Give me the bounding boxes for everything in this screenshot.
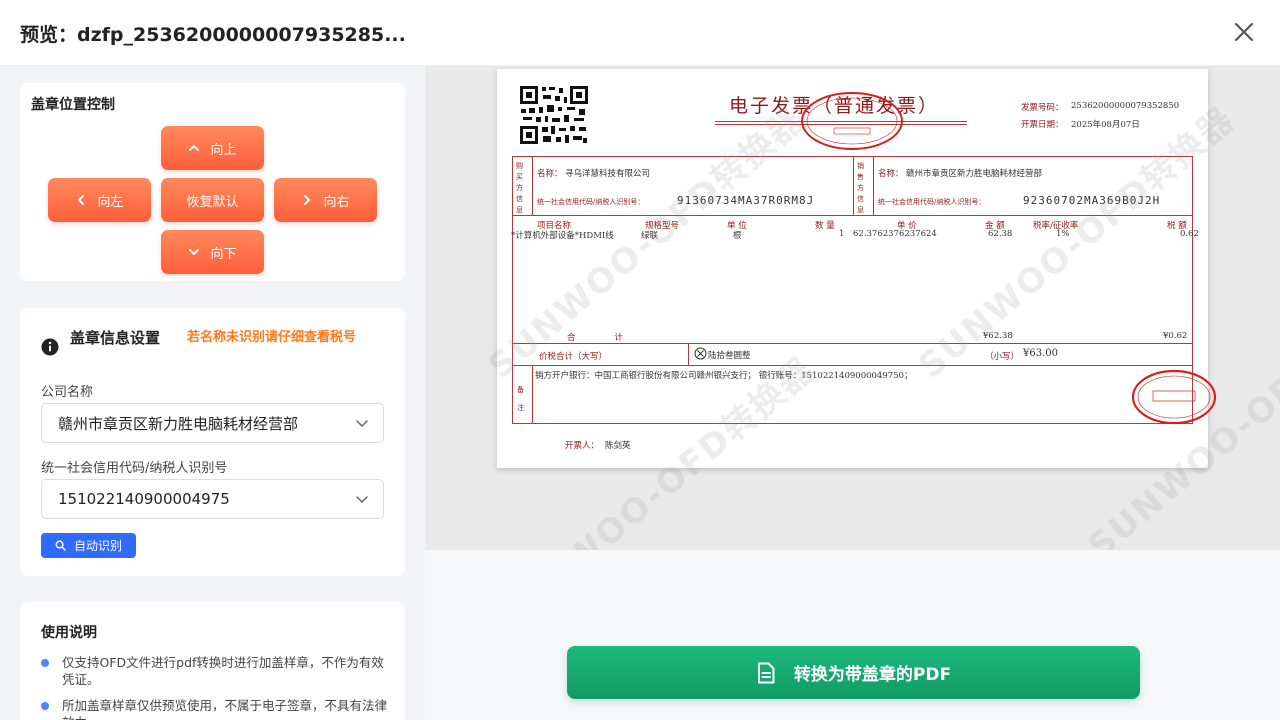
remark-text: 销方开户银行：中国工商银行股份有限公司赣州银兴支行； 银行账号：15102214… — [535, 371, 913, 381]
dialog-header: 预览：dzfp_2536200000007935285... — [0, 0, 1280, 66]
move-up-button[interactable]: 向上 — [161, 126, 264, 170]
tax-id-select[interactable]: 151022140900004975 — [41, 479, 384, 519]
seller-tax-id: 92360702MA369B0J2H — [1023, 194, 1161, 207]
info-icon — [41, 338, 59, 356]
table-divider — [512, 215, 1193, 216]
move-right-label: 向右 — [323, 194, 350, 210]
invoice-date: 2025年08月07日 — [1071, 120, 1140, 130]
seller-name-label: 名称： — [878, 169, 904, 179]
row-rate: 1% — [1056, 229, 1070, 239]
usage-card: 使用说明 仅支持OFD文件进行pdf转换时进行加盖样章，不作为有效凭证。 所加盖… — [20, 602, 405, 720]
buyer-tax-id: 91360734MA37R0RM8J — [677, 194, 815, 207]
table-divider — [512, 365, 1193, 366]
seller-side-label: 销售方信息 — [857, 162, 864, 214]
grand-total-lower-label: （小写） — [985, 352, 1020, 362]
table-divider — [853, 156, 854, 215]
convert-button-label: 转换为带盖章的PDF — [793, 665, 952, 685]
dialog-title: 预览：dzfp_2536200000007935285... — [20, 24, 406, 46]
move-down-button[interactable]: 向下 — [161, 230, 264, 274]
buyer-name: 寻乌洋慧科技有限公司 — [565, 169, 651, 179]
row-unit: 根 — [733, 231, 742, 241]
usage-item: 仅支持OFD文件进行pdf转换时进行加盖样章，不作为有效凭证。 — [41, 654, 387, 688]
row-qty: 1 — [839, 229, 845, 239]
grand-total-upper: 陆拾叁圆整 — [708, 351, 751, 361]
invoice-number-label: 发票号码： — [1021, 103, 1064, 113]
row-price: 62.3762376237624 — [853, 229, 937, 239]
total-amount: ¥62.38 — [983, 331, 1013, 341]
buyer-side-label: 购买方信息 — [516, 162, 523, 214]
usage-item-text: 所加盖章样章仅供预览使用，不属于电子签章，不具有法律效力。 — [62, 698, 388, 720]
reset-default-label: 恢复默认 — [186, 194, 239, 210]
bullet-dot — [41, 702, 49, 710]
row-item: *计算机外部设备*HDMI线 — [511, 231, 614, 241]
remark-label: 备注 — [517, 386, 524, 412]
company-name-select[interactable]: 赣州市章贡区新力胜电脑耗材经营部 — [41, 403, 384, 443]
move-left-button[interactable]: 向左 — [48, 178, 151, 222]
chevron-down-icon — [356, 496, 368, 503]
issuer-name: 陈剑英 — [605, 441, 631, 451]
table-divider — [512, 343, 1193, 344]
total-tax: ¥0.62 — [1163, 331, 1188, 341]
company-seal-icon — [1131, 369, 1217, 425]
settings-sidebar: 盖章位置控制 向上 向左 恢复默认 向右 向下 盖章信息设置 若名称未识别请仔细… — [0, 66, 425, 720]
chevron-up-icon — [189, 145, 200, 151]
chevron-right-icon — [304, 195, 311, 205]
issuer-label: 开票人： — [565, 441, 600, 451]
close-icon[interactable] — [1228, 16, 1260, 48]
reset-default-button[interactable]: 恢复默认 — [161, 178, 264, 222]
tax-id-value: 151022140900004975 — [58, 490, 230, 508]
chevron-left-icon — [78, 195, 85, 205]
usage-title: 使用说明 — [41, 625, 97, 641]
document-icon — [757, 662, 775, 683]
table-divider — [688, 343, 689, 365]
chevron-down-icon — [189, 249, 200, 255]
chevron-down-icon — [356, 420, 368, 427]
company-name-label: 公司名称 — [41, 385, 94, 400]
tax-seal-icon — [801, 92, 903, 150]
usage-item: 所加盖章样章仅供预览使用，不属于电子签章，不具有法律效力。 — [41, 697, 388, 720]
search-icon — [55, 540, 66, 551]
move-up-label: 向上 — [210, 142, 237, 158]
row-amount: 62.38 — [988, 229, 1013, 239]
buyer-name-label: 名称： — [537, 169, 563, 179]
table-divider — [532, 365, 533, 424]
action-area: 转换为带盖章的PDF — [425, 550, 1280, 720]
col-qty-header: 数 量 — [815, 221, 835, 231]
convert-to-stamped-pdf-button[interactable]: 转换为带盖章的PDF — [567, 646, 1140, 699]
auto-recognize-button[interactable]: 自动识别 — [41, 533, 137, 558]
invoice-number: 25362000000079352850 — [1071, 101, 1180, 111]
stamp-info-card: 盖章信息设置 若名称未识别请仔细查看税号 公司名称 赣州市章贡区新力胜电脑耗材经… — [20, 308, 405, 576]
invoice-preview-area: 电子发票（普通发票） 发票号码： 25362000000079352850 开票… — [425, 66, 1280, 550]
seller-tax-label: 统一社会信用代码/纳税人识别号： — [878, 198, 986, 206]
seller-name: 赣州市章贡区新力胜电脑耗材经营部 — [906, 169, 1043, 179]
invoice-date-label: 开票日期： — [1021, 120, 1064, 130]
cross-circle-icon — [694, 347, 707, 360]
invoice-page: 电子发票（普通发票） 发票号码： 25362000000079352850 开票… — [497, 69, 1217, 468]
auto-recognize-label: 自动识别 — [74, 539, 123, 553]
bullet-dot — [41, 659, 49, 667]
company-name-value: 赣州市章贡区新力胜电脑耗材经营部 — [58, 414, 299, 433]
qr-code-icon — [519, 85, 589, 145]
usage-item-text: 仅支持OFD文件进行pdf转换时进行加盖样章，不作为有效凭证。 — [62, 655, 384, 687]
row-tax: 0.62 — [1180, 229, 1199, 239]
position-control-title: 盖章位置控制 — [31, 97, 115, 113]
total-label: 合 计 — [567, 333, 641, 343]
grand-total-label: 价税合计（大写） — [539, 352, 608, 362]
move-down-label: 向下 — [210, 246, 237, 262]
stamp-info-title: 盖章信息设置 — [70, 329, 161, 347]
table-divider — [873, 156, 874, 215]
position-control-card: 盖章位置控制 向上 向左 恢复默认 向右 向下 — [20, 83, 405, 281]
table-divider — [532, 156, 533, 215]
move-left-label: 向左 — [97, 194, 124, 210]
buyer-tax-label: 统一社会信用代码/纳税人识别号： — [537, 198, 645, 206]
stamp-info-hint: 若名称未识别请仔细查看税号 — [187, 330, 357, 345]
grand-total-lower: ¥63.00 — [1023, 348, 1058, 359]
row-spec: 绿联 — [641, 231, 659, 241]
tax-id-label: 统一社会信用代码/纳税人识别号 — [41, 461, 228, 476]
move-right-button[interactable]: 向右 — [274, 178, 377, 222]
